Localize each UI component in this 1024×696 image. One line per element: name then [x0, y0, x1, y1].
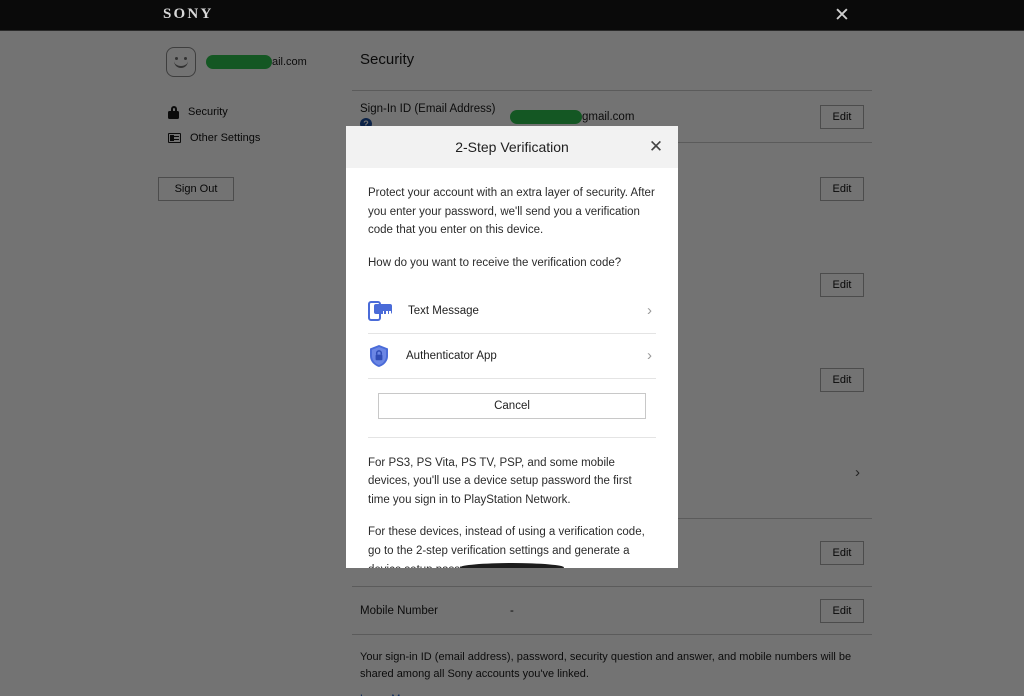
dialog-question: How do you want to receive the verificat…	[368, 256, 622, 269]
dialog-footer: For PS3, PS Vita, PS TV, PSP, and some m…	[346, 438, 678, 569]
sony-logo: SONY	[163, 6, 214, 22]
redaction-bar	[510, 109, 582, 124]
table-row: Mobile Number - Edit	[352, 586, 872, 634]
dialog-title: 2-Step Verification	[455, 139, 569, 155]
verification-method-list: Text Message › Authenticator App ›	[368, 289, 656, 379]
row-value-suffix: gmail.com	[582, 110, 635, 123]
cancel-button-wrap: Cancel	[368, 379, 656, 438]
page-title: Security	[360, 51, 415, 68]
edit-button[interactable]: Edit	[820, 104, 864, 129]
edit-button[interactable]: Edit	[820, 540, 864, 565]
dialog-paragraph-1: Protect your account with an extra layer…	[368, 187, 655, 237]
dialog-footer-paragraph-2: For these devices, instead of using a ve…	[368, 526, 645, 568]
close-icon[interactable]: ✕	[644, 135, 668, 159]
edit-button[interactable]: Edit	[820, 272, 864, 297]
dialog-scroll-indicator[interactable]	[460, 563, 564, 568]
sms-icon	[368, 300, 398, 322]
option-text-message[interactable]: Text Message ›	[368, 289, 656, 334]
dialog-footer-paragraph-1: For PS3, PS Vita, PS TV, PSP, and some m…	[368, 456, 632, 506]
account-email: ail.com	[206, 55, 307, 69]
sidebar: ail.com Security Other Settings Sign Out	[158, 31, 338, 201]
redaction-bar	[206, 55, 272, 69]
row-value: -	[510, 604, 514, 617]
footnote-text: Your sign-in ID (email address), passwor…	[360, 651, 852, 681]
row-value: gmail.com	[510, 109, 820, 124]
account-summary: ail.com	[158, 31, 338, 77]
window-titlebar: SONY ✕	[0, 0, 1024, 31]
sign-out-button[interactable]: Sign Out	[158, 177, 234, 201]
chevron-right-icon: ›	[647, 302, 652, 319]
chevron-right-icon: ›	[647, 347, 652, 364]
lock-icon	[168, 105, 179, 119]
sidebar-item-label: Security	[188, 106, 228, 118]
row-label: Sign-In ID (Email Address)	[360, 103, 496, 115]
edit-button[interactable]: Edit	[820, 368, 864, 392]
close-icon[interactable]: ✕	[830, 4, 854, 28]
edit-button[interactable]: Edit	[820, 177, 864, 201]
sidebar-item-security[interactable]: Security	[158, 99, 338, 125]
edit-button[interactable]: Edit	[820, 598, 864, 623]
option-label: Authenticator App	[406, 349, 497, 362]
option-label: Text Message	[408, 304, 479, 317]
two-step-verification-dialog: 2-Step Verification ✕ Protect your accou…	[346, 126, 678, 568]
avatar-smiley-icon	[166, 47, 196, 77]
sidebar-nav: Security Other Settings	[158, 99, 338, 151]
dialog-header: 2-Step Verification ✕	[346, 126, 678, 168]
sidebar-item-label: Other Settings	[190, 132, 261, 144]
chevron-right-icon[interactable]: ›	[855, 464, 864, 481]
account-email-suffix: ail.com	[272, 56, 307, 68]
dialog-body: Protect your account with an extra layer…	[346, 168, 678, 438]
shield-lock-icon	[368, 344, 390, 368]
app-root: SONY ✕ ail.com Security Other Settings S…	[0, 0, 1024, 696]
sidebar-item-other-settings[interactable]: Other Settings	[158, 125, 338, 151]
row-label: Mobile Number	[360, 604, 438, 617]
option-authenticator-app[interactable]: Authenticator App ›	[368, 334, 656, 379]
id-card-icon	[168, 133, 181, 143]
cancel-button[interactable]: Cancel	[378, 392, 646, 419]
